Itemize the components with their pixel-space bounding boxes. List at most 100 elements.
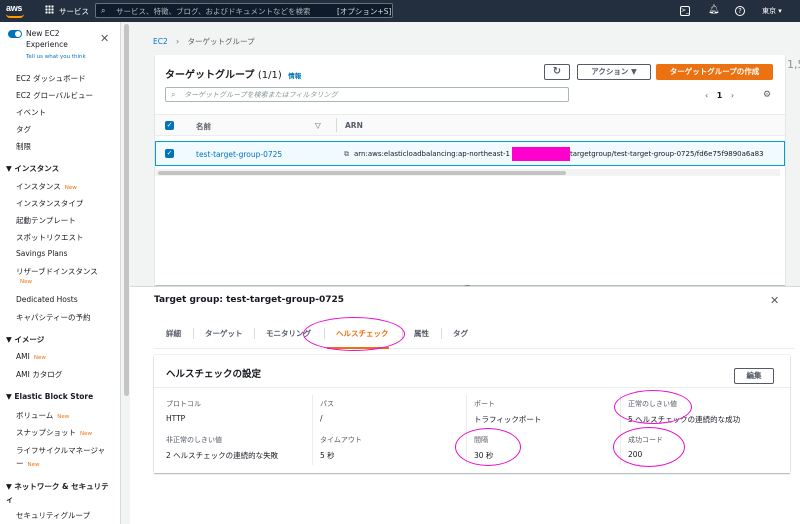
sidebar: New EC2 Experience Tell us what you thin… [0,22,121,524]
close-icon[interactable]: ✕ [770,294,779,307]
sidebar-item-volumes[interactable]: ボリューム New [16,410,69,421]
panel-title: ターゲットグループ (1/1) 情報 [165,66,301,81]
sidebar-section-images[interactable]: ▼ イメージ [6,334,44,345]
filter-placeholder: ターゲットグループを検索またはフィルタリング [184,91,338,99]
overflow-text: 1,5 [787,58,800,71]
table-scrollbar-thumb[interactable] [158,171,566,175]
field-label: 間隔 [474,436,488,444]
tab-monitoring[interactable]: モニタリング [266,328,311,339]
sort-icon[interactable]: ▽ [315,121,321,130]
tab-tags[interactable]: タグ [453,328,468,339]
field-value: / [320,414,323,423]
field-value: 200 [628,450,643,459]
target-group-name-link[interactable]: test-target-group-0725 [196,150,282,159]
field-label: プロトコル [166,400,201,408]
sidebar-section-network-security[interactable]: ▼ ネットワーク & セキュリティ [6,480,110,506]
field-label: 成功コード [628,436,663,444]
new-badge: New [33,355,46,361]
refresh-button[interactable]: ↻ [544,64,570,80]
field-timeout: タイムアウト 5 秒 [320,435,362,461]
create-target-group-button[interactable]: ターゲットグループの作成 [656,64,773,80]
field-unhealthy-threshold: 非正常のしきい値 2 ヘルスチェックの連続的な失敗 [166,435,278,461]
column-header-name[interactable]: 名前 [196,121,211,132]
services-menu-button[interactable]: サービス [59,6,89,17]
tab-separator [254,328,255,339]
card-title: ヘルスチェックの設定 [166,369,262,380]
sidebar-item-events[interactable]: イベント [16,107,46,118]
pager-current-page[interactable]: 1 [717,91,723,100]
field-value: 5 秒 [320,451,335,460]
pager-next-button[interactable]: › [731,91,734,100]
new-badge: New [57,414,70,420]
aws-logo[interactable]: aws [6,3,22,13]
sidebar-item-snapshots[interactable]: スナップショット New [16,427,92,438]
cloudshell-icon[interactable]: >_ [680,6,690,16]
sidebar-item-label: AMI [16,352,30,361]
field-value: 30 秒 [474,451,494,460]
pagination: ‹ 1 › [705,91,734,100]
new-ec2-experience-label: New EC2 Experience [26,29,68,49]
field-label: タイムアウト [320,436,362,444]
column-divider[interactable] [336,118,337,132]
column-divider [466,395,467,465]
row-checkbox[interactable]: ✓ [165,149,174,158]
tab-separator [402,328,403,339]
bell-icon[interactable]: 🔔︎ [708,5,719,16]
tell-us-link[interactable]: Tell us what you think [26,54,86,60]
sidebar-item-instance-types[interactable]: インスタンスタイプ [16,198,83,209]
sidebar-item-ami[interactable]: AMI New [16,352,46,361]
sidebar-item-lifecycle-manager[interactable]: ライフサイクルマネージャー New [16,444,108,472]
filter-input[interactable]: ⌕ ターゲットグループを検索またはフィルタリング [165,87,569,102]
sidebar-item-limits[interactable]: 制限 [16,141,31,152]
sidebar-item-savings-plans[interactable]: Savings Plans [16,249,68,258]
pager-prev-button[interactable]: ‹ [705,91,708,100]
sidebar-item-dedicated-hosts[interactable]: Dedicated Hosts [16,295,78,304]
sidebar-item-capacity-reservations[interactable]: キャパシティーの予約 [16,312,91,323]
help-icon[interactable]: ? [735,6,745,16]
sidebar-item-global-view[interactable]: EC2 グローバルビュー [16,90,93,101]
tab-targets[interactable]: ターゲット [205,328,243,339]
field-value: 2 ヘルスチェックの連続的な失敗 [166,451,279,460]
sidebar-item-reserved-instances[interactable]: リザーブドインスタンス [16,266,98,277]
sidebar-scrollbar-thumb[interactable] [124,24,129,396]
sidebar-item-ami-catalog[interactable]: AMI カタログ [16,369,62,380]
table-header: ✓ 名前 ▽ ARN [155,114,785,136]
sidebar-item-instances[interactable]: インスタンス New [16,181,77,192]
global-search-input[interactable]: ⌕ サービス、特徴、ブログ、およびドキュメントなどを検索 [オプション+S] [95,3,393,18]
sidebar-item-security-groups[interactable]: セキュリティグループ [16,510,90,521]
breadcrumb: EC2 › ターゲットグループ [153,36,255,47]
new-badge: New [64,185,77,191]
field-path: パス / [320,399,334,423]
field-label: パス [320,400,334,408]
sidebar-item-spot-requests[interactable]: スポットリクエスト [16,232,84,243]
sidebar-section-instances[interactable]: ▼ インスタンス [6,163,59,174]
sidebar-item-dashboard[interactable]: EC2 ダッシュボード [16,73,86,84]
field-protocol: プロトコル HTTP [166,399,201,423]
top-navigation-bar: aws サービス ⌕ サービス、特徴、ブログ、およびドキュメントなどを検索 [オ… [0,0,800,22]
sidebar-section-ebs[interactable]: ▼ Elastic Block Store [6,392,93,401]
field-label: ポート [474,400,495,408]
copy-icon[interactable]: ⧉ [344,150,349,159]
breadcrumb-ec2-link[interactable]: EC2 [153,37,168,46]
table-row[interactable]: ✓ test-target-group-0725 ⧉ arn:aws:elast… [155,141,785,166]
edit-button[interactable]: 編集 [734,368,774,384]
column-divider [620,395,621,465]
new-badge: New [80,431,92,437]
tab-attributes[interactable]: 属性 [414,328,429,339]
select-all-checkbox[interactable]: ✓ [165,121,174,130]
region-selector[interactable]: 東京 ▾ [762,6,782,16]
column-divider [312,395,313,465]
info-link[interactable]: 情報 [288,72,301,80]
tab-details[interactable]: 詳細 [166,328,181,339]
services-grid-icon[interactable] [45,5,54,14]
card-header: ヘルスチェックの設定 編集 [154,355,790,388]
new-ec2-toggle[interactable] [8,30,22,38]
sidebar-item-launch-templates[interactable]: 起動テンプレート [16,215,76,226]
gear-icon[interactable]: ⚙ [763,90,771,100]
actions-button[interactable]: アクション ▼ [577,64,651,80]
column-header-arn[interactable]: ARN [345,121,363,130]
sidebar-item-tags[interactable]: タグ [16,124,31,135]
field-value: HTTP [166,414,186,423]
close-icon[interactable]: ✕ [100,32,109,45]
tab-health-check[interactable]: ヘルスチェック [336,328,389,339]
